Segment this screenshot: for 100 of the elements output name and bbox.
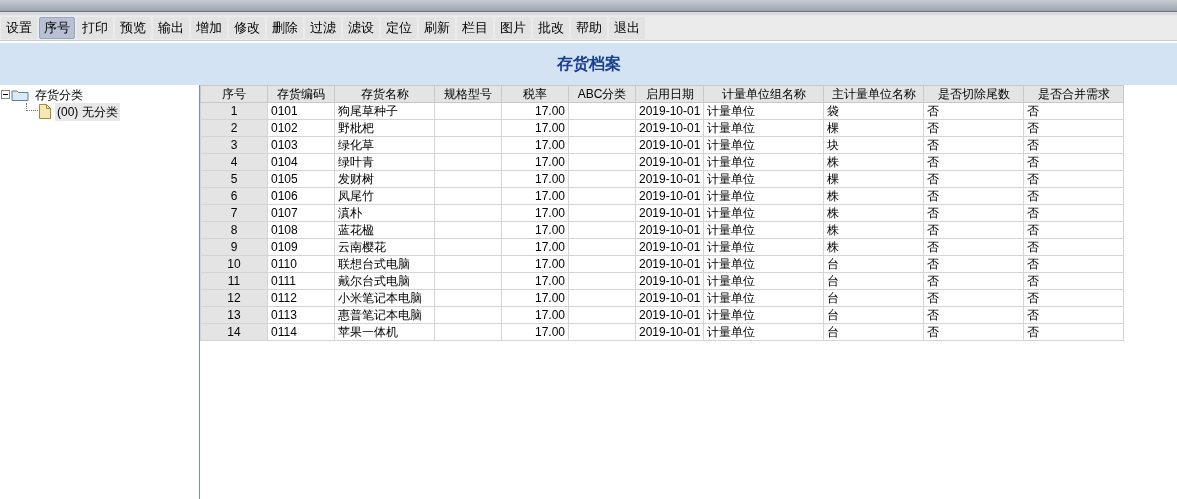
table-cell: 台 xyxy=(823,255,924,273)
table-cell xyxy=(568,204,636,222)
table-cell: 否 xyxy=(1023,187,1124,205)
table-cell: 滇朴 xyxy=(334,204,435,222)
table-cell xyxy=(568,119,636,137)
table-cell: 否 xyxy=(1023,306,1124,324)
table-cell: 戴尔台式电脑 xyxy=(334,272,435,290)
table-cell: 0113 xyxy=(267,306,335,324)
table-cell: 17.00 xyxy=(501,170,569,188)
column-header[interactable]: 规格型号 xyxy=(434,85,502,103)
table-cell: 台 xyxy=(823,306,924,324)
column-header[interactable]: 是否切除尾数 xyxy=(923,85,1024,103)
table-cell xyxy=(568,306,636,324)
table-cell: 否 xyxy=(1023,255,1124,273)
toolbar-button[interactable]: 打印 xyxy=(77,16,113,39)
table-cell xyxy=(434,221,502,239)
toolbar-button[interactable]: 删除 xyxy=(267,16,303,39)
column-header[interactable]: 主计量单位名称 xyxy=(823,85,924,103)
table-cell: 2019-10-01 xyxy=(635,306,704,324)
column-header[interactable]: 税率 xyxy=(501,85,569,103)
table-cell: 绿化草 xyxy=(334,136,435,154)
table-cell: 0102 xyxy=(267,119,335,137)
table-cell: 否 xyxy=(1023,136,1124,154)
toolbar-button[interactable]: 图片 xyxy=(495,16,531,39)
table-cell: 计量单位 xyxy=(703,204,824,222)
toolbar-button[interactable]: 批改 xyxy=(533,16,569,39)
table-cell: 否 xyxy=(1023,289,1124,307)
table-cell xyxy=(568,238,636,256)
table-cell: 0105 xyxy=(267,170,335,188)
toolbar-button[interactable]: 修改 xyxy=(229,16,265,39)
collapse-icon[interactable] xyxy=(1,90,10,99)
column-header[interactable]: 存货编码 xyxy=(267,85,335,103)
table-cell: 块 xyxy=(823,136,924,154)
toolbar-button[interactable]: 帮助 xyxy=(571,16,607,39)
table-cell: 2019-10-01 xyxy=(635,187,704,205)
table-cell: 2019-10-01 xyxy=(635,238,704,256)
table-cell: 否 xyxy=(1023,323,1124,341)
toolbar-button[interactable]: 退出 xyxy=(609,16,645,39)
toolbar-button[interactable]: 输出 xyxy=(153,16,189,39)
toolbar-button[interactable]: 预览 xyxy=(115,16,151,39)
table-cell: 否 xyxy=(923,323,1024,341)
toolbar-button[interactable]: 增加 xyxy=(191,16,227,39)
table-cell: 17.00 xyxy=(501,153,569,171)
table-cell: 计量单位 xyxy=(703,187,824,205)
table-cell: 联想台式电脑 xyxy=(334,255,435,273)
table-cell: 否 xyxy=(1023,204,1124,222)
table-cell: 蓝花楹 xyxy=(334,221,435,239)
table-cell: 否 xyxy=(923,102,1024,120)
table-cell: 2019-10-01 xyxy=(635,170,704,188)
table-cell: 2019-10-01 xyxy=(635,221,704,239)
table-cell: 17.00 xyxy=(501,119,569,137)
table-cell: 否 xyxy=(923,119,1024,137)
table-cell: 否 xyxy=(923,170,1024,188)
toolbar-button[interactable]: 滤设 xyxy=(343,16,379,39)
table-cell: 发财树 xyxy=(334,170,435,188)
tree-item[interactable]: 存货分类 xyxy=(33,85,85,104)
table-cell: 17.00 xyxy=(501,221,569,239)
table-cell: 绿叶青 xyxy=(334,153,435,171)
page-title: 存货档案 xyxy=(556,54,621,75)
table-cell: 否 xyxy=(923,306,1024,324)
table-cell: 计量单位 xyxy=(703,255,824,273)
table-cell: 17.00 xyxy=(501,238,569,256)
column-header[interactable]: 存货名称 xyxy=(334,85,435,103)
toolbar-button[interactable]: 定位 xyxy=(381,16,417,39)
table-cell xyxy=(568,323,636,341)
table-cell: 袋 xyxy=(823,102,924,120)
table-cell: 17.00 xyxy=(501,289,569,307)
table-cell: 0108 xyxy=(267,221,335,239)
table-cell: 计量单位 xyxy=(703,102,824,120)
table-cell: 否 xyxy=(923,187,1024,205)
table-cell: 野枇杷 xyxy=(334,119,435,137)
toolbar-button[interactable]: 序号 xyxy=(39,16,75,39)
table-cell: 否 xyxy=(1023,272,1124,290)
table-cell: 株 xyxy=(823,221,924,239)
toolbar-button[interactable]: 设置 xyxy=(1,16,37,39)
column-header[interactable]: ABC分类 xyxy=(568,85,636,103)
table-cell: 0107 xyxy=(267,204,335,222)
table-cell: 计量单位 xyxy=(703,170,824,188)
toolbar-button[interactable]: 刷新 xyxy=(419,16,455,39)
toolbar-button[interactable]: 栏目 xyxy=(457,16,493,39)
table-cell: 否 xyxy=(1023,170,1124,188)
table-cell: 17.00 xyxy=(501,323,569,341)
table-cell: 17.00 xyxy=(501,255,569,273)
table-cell: 17.00 xyxy=(501,204,569,222)
table-cell xyxy=(434,170,502,188)
column-header[interactable]: 序号 xyxy=(200,85,268,103)
toolbar-button[interactable]: 过滤 xyxy=(305,16,341,39)
table-cell: 0103 xyxy=(267,136,335,154)
table-cell xyxy=(434,187,502,205)
table-cell: 棵 xyxy=(823,170,924,188)
table-cell: 0109 xyxy=(267,238,335,256)
column-header[interactable]: 是否合并需求 xyxy=(1023,85,1124,103)
column-header[interactable]: 启用日期 xyxy=(635,85,704,103)
column-header[interactable]: 计量单位组名称 xyxy=(703,85,824,103)
table-cell xyxy=(568,255,636,273)
table-cell xyxy=(568,221,636,239)
table-cell: 狗尾草种子 xyxy=(334,102,435,120)
table-cell: 否 xyxy=(923,289,1024,307)
tree-item[interactable]: (00) 无分类 xyxy=(55,102,120,121)
table-cell xyxy=(434,272,502,290)
